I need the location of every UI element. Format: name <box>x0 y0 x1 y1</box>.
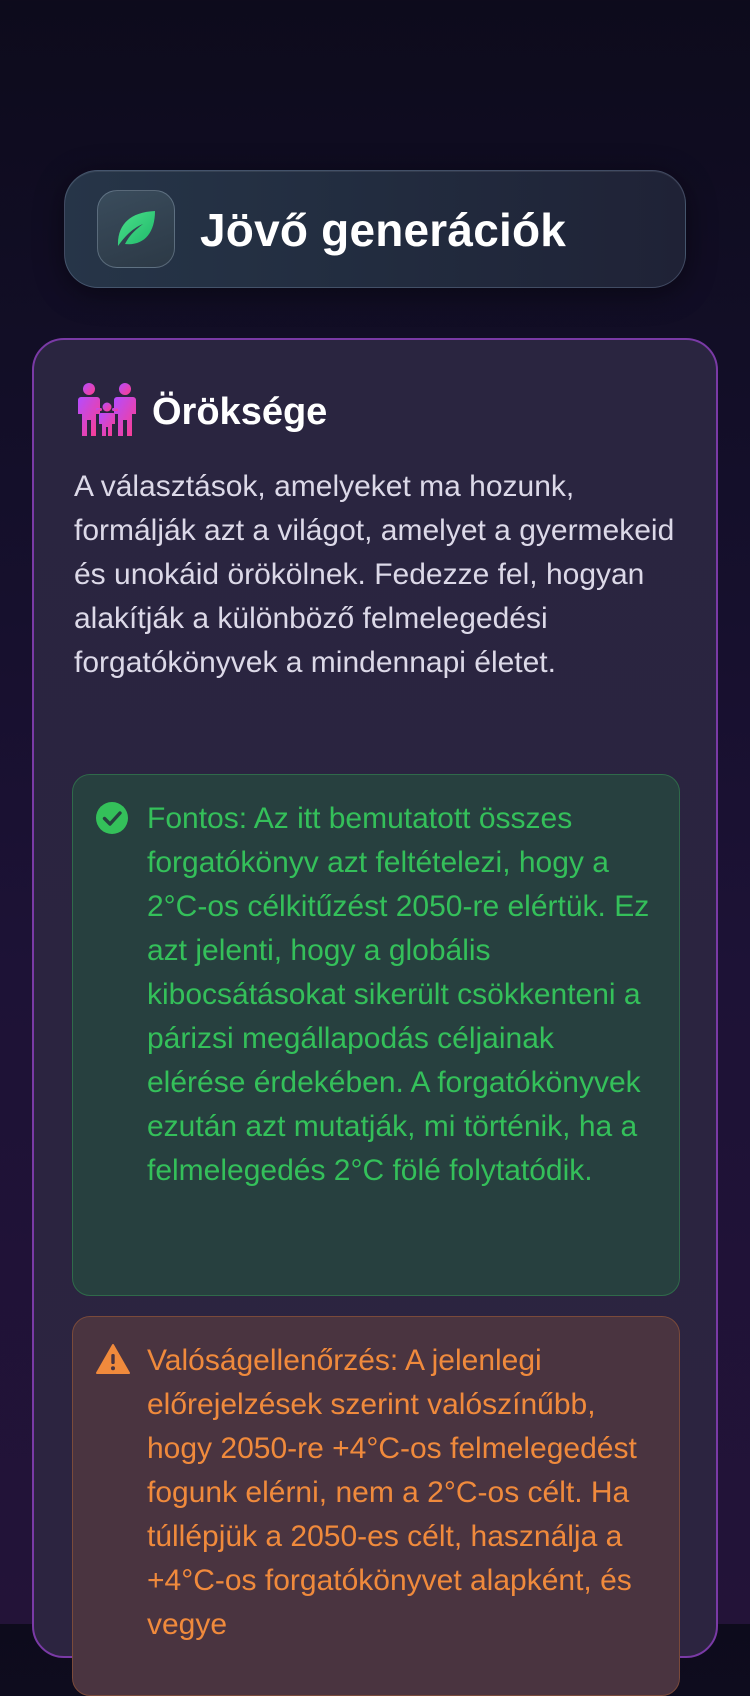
section-header: Öröksége <box>76 380 327 444</box>
legacy-card: Öröksége A választások, amelyeket ma hoz… <box>32 338 718 1696</box>
app-title: Jövő generációk <box>200 204 567 256</box>
success-notice-text: Fontos: Az itt bemutatott összes forgató… <box>147 802 650 1187</box>
success-notice: Fontos: Az itt bemutatott összes forgató… <box>72 774 680 1296</box>
app-header: Jövő generációk <box>64 170 686 288</box>
leaf-icon <box>97 190 175 268</box>
section-title: Öröksége <box>152 390 328 433</box>
check-circle-icon <box>95 801 129 840</box>
warning-triangle-icon <box>95 1343 131 1380</box>
family-icon <box>76 382 138 443</box>
warning-notice-text: Valóságellenőrzés: A jelenlegi előrejelz… <box>147 1344 637 1641</box>
section-description: A választások, amelyeket ma hozunk, form… <box>74 470 675 679</box>
warning-notice: Valóságellenőrzés: A jelenlegi előrejelz… <box>72 1316 680 1696</box>
